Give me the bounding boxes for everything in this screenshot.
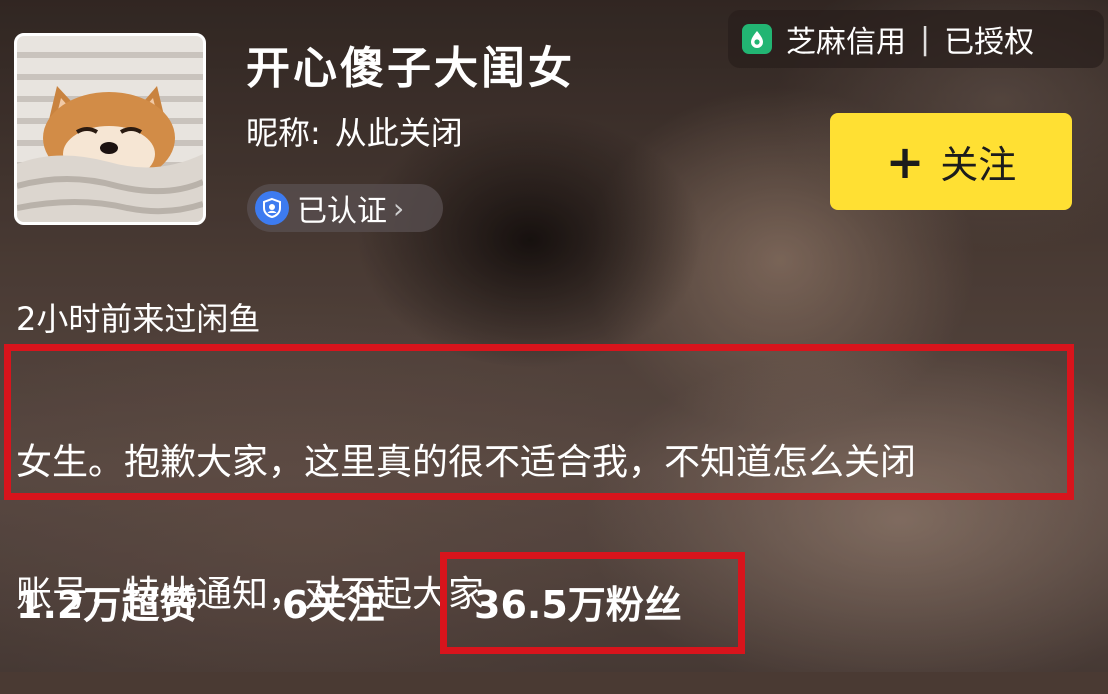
chevron-right-icon: › <box>393 191 405 225</box>
following-stat[interactable]: 6关注 <box>282 574 384 629</box>
nickname-value: 从此关闭 <box>334 114 463 152</box>
follow-button[interactable]: + 关注 <box>830 113 1072 210</box>
sesame-credit-label: 芝麻信用 <box>786 25 906 60</box>
verified-badge[interactable]: 已认证 › <box>247 184 443 232</box>
bio-line-1: 女生。抱歉大家，这里真的很不适合我，不知道怎么关闭 <box>16 442 917 483</box>
verified-label: 已认证 <box>297 194 387 229</box>
sesame-credit-icon <box>742 24 772 54</box>
nickname: 昵称: 从此关闭 <box>246 108 463 154</box>
plus-icon: + <box>885 134 925 189</box>
profile-name: 开心傻子大闺女 <box>246 43 575 94</box>
credit-status: 已授权 <box>944 25 1035 60</box>
sesame-credit-badge[interactable]: 芝麻信用 | 已授权 <box>728 10 1104 68</box>
nickname-label: 昵称: <box>246 114 321 152</box>
credit-separator: | <box>920 21 931 57</box>
shiba-dog-avatar <box>17 86 203 222</box>
last-seen-text: 2小时前来过闲鱼 <box>16 300 261 338</box>
avatar[interactable] <box>14 33 206 225</box>
verified-shield-icon <box>255 191 289 225</box>
follow-label: 关注 <box>940 143 1017 187</box>
likes-stat[interactable]: 1.2万超赞 <box>16 574 197 629</box>
fans-highlight-box <box>440 552 745 654</box>
